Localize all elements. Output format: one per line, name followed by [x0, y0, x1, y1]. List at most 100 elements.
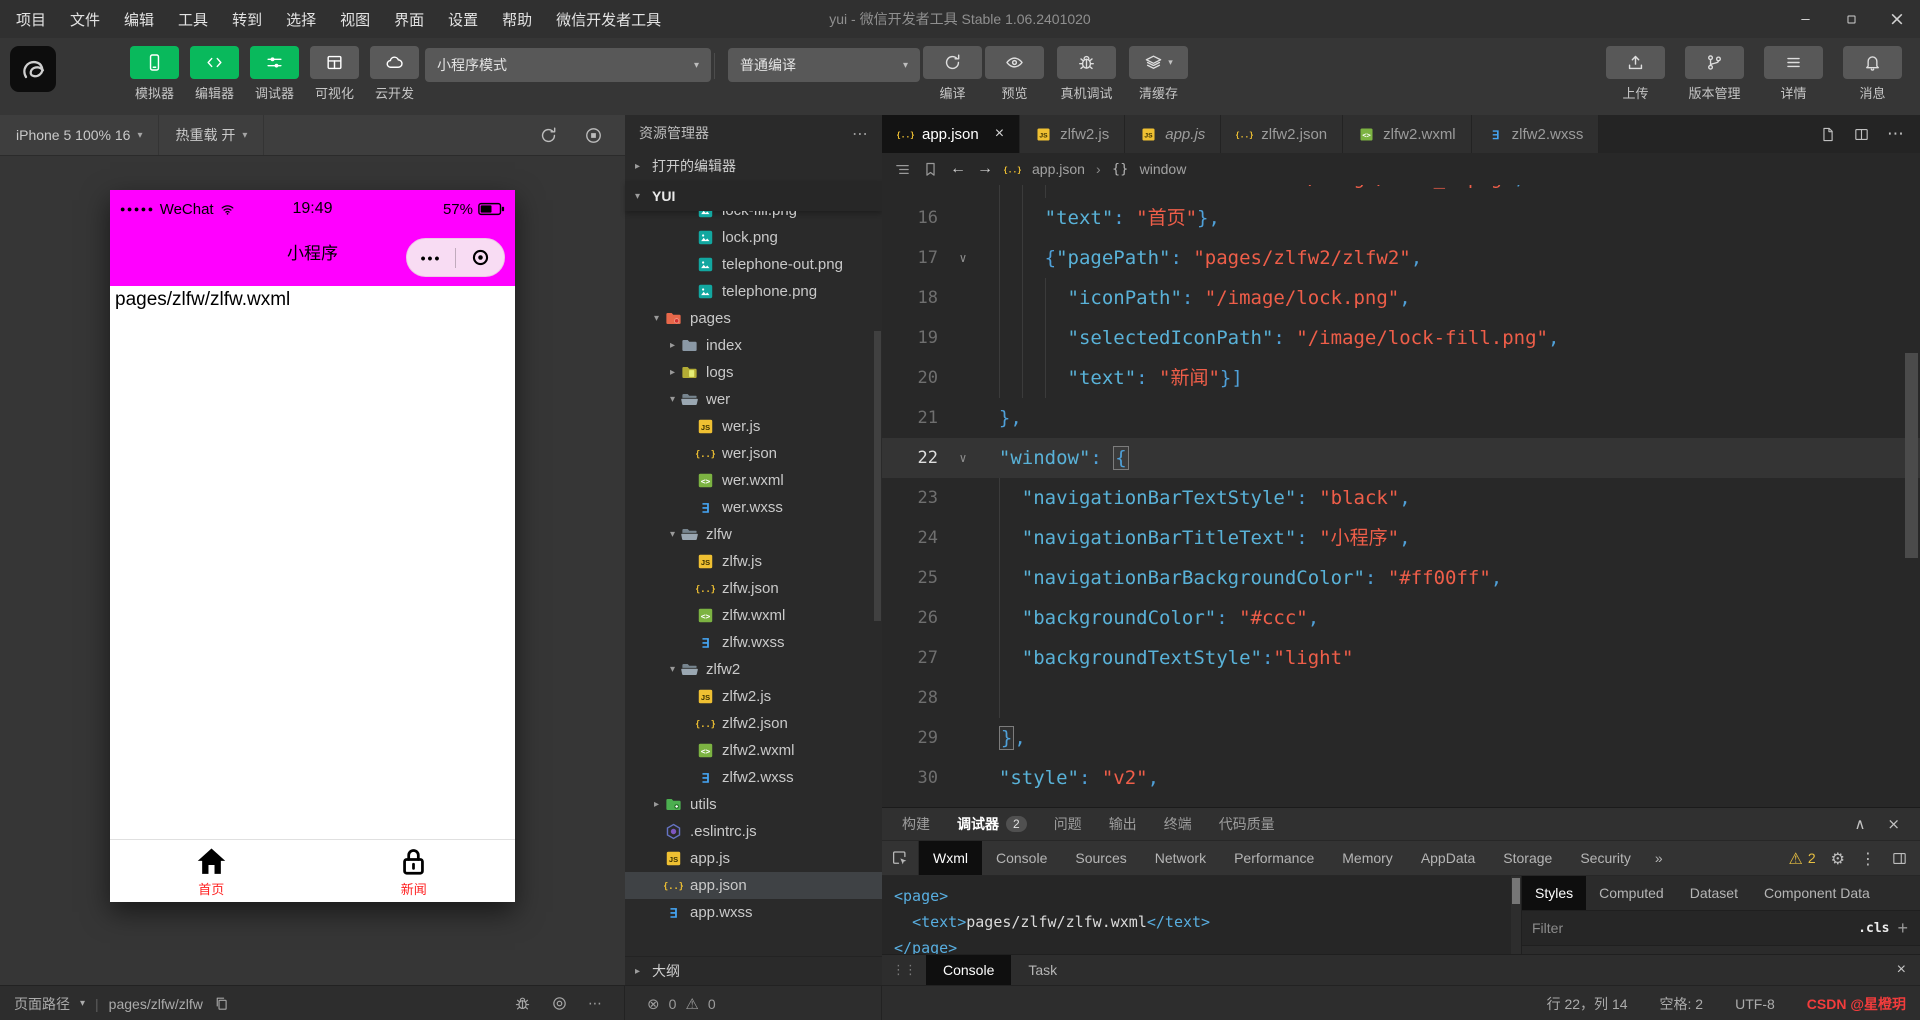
- branch-button[interactable]: [1685, 46, 1744, 79]
- devtools-tab-performance[interactable]: Performance: [1220, 841, 1328, 875]
- code-line[interactable]: 20 "text": "新闻"}]: [882, 358, 1920, 398]
- chevron-up-icon[interactable]: ∧: [1854, 815, 1865, 833]
- wxml-line[interactable]: <page>: [894, 883, 1511, 909]
- code-line[interactable]: 21},: [882, 398, 1920, 438]
- fold-chevron-icon[interactable]: ∨: [950, 438, 976, 478]
- tree-item[interactable]: ▸ logs: [625, 359, 882, 386]
- tree-item[interactable]: <> zlfw2.wxml: [625, 737, 882, 764]
- code-line[interactable]: 29},: [882, 718, 1920, 758]
- explorer-scrollbar[interactable]: [874, 331, 881, 621]
- fold-chevron-icon[interactable]: ∨: [950, 238, 976, 278]
- tree-item[interactable]: {..} app.json: [625, 872, 882, 899]
- statusbar-problems-segment[interactable]: ⊗ 0 ⚠ 0: [625, 986, 882, 1020]
- bug-icon[interactable]: [514, 995, 531, 1012]
- tree-item[interactable]: JS app.js: [625, 845, 882, 872]
- wxml-line[interactable]: </page>: [894, 935, 1511, 954]
- more-icon[interactable]: ⋯: [1887, 124, 1904, 144]
- tree-item[interactable]: {..} zlfw2.json: [625, 710, 882, 737]
- tree-item[interactable]: ∃ zlfw2.wxss: [625, 764, 882, 791]
- console-tab-task[interactable]: Task: [1011, 955, 1074, 985]
- menu-item-编辑[interactable]: 编辑: [124, 9, 154, 30]
- code-line[interactable]: 18 "iconPath": "/image/lock.png",: [882, 278, 1920, 318]
- styles-filter-input[interactable]: [1522, 920, 1851, 936]
- menu-item-文件[interactable]: 文件: [70, 9, 100, 30]
- wxml-tree-pane[interactable]: <page> <text>pages/zlfw/zlfw.wxml</text>…: [882, 876, 1511, 954]
- breadcrumb-file[interactable]: app.json: [1032, 161, 1085, 177]
- code-line[interactable]: 23 "navigationBarTextStyle": "black",: [882, 478, 1920, 518]
- capsule-more-icon[interactable]: •••: [407, 250, 455, 266]
- outline-icon[interactable]: [894, 161, 911, 178]
- tree-item[interactable]: ▾ wer: [625, 386, 882, 413]
- mode-select[interactable]: 小程序模式 ▾: [425, 48, 711, 82]
- wxml-line[interactable]: <text>pages/zlfw/zlfw.wxml</text>: [894, 909, 1511, 935]
- menu-item-帮助[interactable]: 帮助: [502, 9, 532, 30]
- menu-item-设置[interactable]: 设置: [448, 9, 478, 30]
- capsule-close-icon[interactable]: [456, 247, 504, 268]
- phone-button[interactable]: [130, 46, 179, 79]
- dock-icon[interactable]: [1891, 850, 1908, 867]
- styles-tab-component-data[interactable]: Component Data: [1751, 876, 1883, 910]
- code-line[interactable]: 30 "style": "v2",: [882, 758, 1920, 798]
- upload-button[interactable]: [1606, 46, 1665, 79]
- code-line[interactable]: 22 ∨ "window": {: [882, 438, 1920, 478]
- list-button[interactable]: [1764, 46, 1823, 79]
- refresh-button[interactable]: [923, 46, 982, 79]
- warning-badge[interactable]: ⚠ 2: [1789, 849, 1816, 868]
- indentation-setting[interactable]: 空格: 2: [1660, 994, 1704, 1014]
- tree-item[interactable]: ∃ zlfw.wxss: [625, 629, 882, 656]
- debugger-panel-tab[interactable]: 代码质量: [1219, 814, 1275, 834]
- devtools-tab-memory[interactable]: Memory: [1328, 841, 1407, 875]
- tree-item[interactable]: JS zlfw.js: [625, 548, 882, 575]
- menu-item-转到[interactable]: 转到: [232, 9, 262, 30]
- tab-overflow-icon[interactable]: »: [1645, 841, 1673, 875]
- bookmark-icon[interactable]: [922, 161, 939, 178]
- eye-button[interactable]: [985, 46, 1044, 79]
- minimize-button[interactable]: [1782, 1, 1828, 38]
- menu-item-界面[interactable]: 界面: [394, 9, 424, 30]
- tree-item[interactable]: ▾ zlfw2: [625, 656, 882, 683]
- devtools-tab-sources[interactable]: Sources: [1061, 841, 1140, 875]
- tree-item[interactable]: {..} zlfw.json: [625, 575, 882, 602]
- tree-item[interactable]: ▾ pages: [625, 305, 882, 332]
- tree-item[interactable]: ∃ wer.wxss: [625, 494, 882, 521]
- stop-icon[interactable]: [584, 126, 603, 145]
- editor-tab[interactable]: JS app.js: [1125, 115, 1222, 153]
- code-line[interactable]: 19 "selectedIconPath": "/image/lock-fill.…: [882, 318, 1920, 358]
- code-line[interactable]: 16 "text": "首页"},: [882, 198, 1920, 238]
- code-editor[interactable]: 15 "selectedIconPath": "/image/home_1.png…: [882, 185, 1920, 807]
- editor-tab[interactable]: JS zlfw2.js: [1020, 115, 1126, 153]
- copy-icon[interactable]: [213, 995, 230, 1012]
- tree-item[interactable]: ▾ zlfw: [625, 521, 882, 548]
- menu-item-工具[interactable]: 工具: [178, 9, 208, 30]
- console-tab-console[interactable]: Console: [926, 955, 1012, 985]
- debugger-panel-tab[interactable]: 调试器 2: [957, 814, 1027, 834]
- cloud-button[interactable]: [370, 46, 419, 79]
- inspect-element-button[interactable]: [882, 841, 919, 875]
- bell-button[interactable]: [1843, 46, 1902, 79]
- outline-section[interactable]: ▸ 大纲: [625, 956, 882, 985]
- tree-item[interactable]: <> zlfw.wxml: [625, 602, 882, 629]
- back-icon[interactable]: ←: [950, 160, 966, 178]
- tree-item[interactable]: ∃ app.wxss: [625, 899, 882, 926]
- tree-item[interactable]: {..} wer.json: [625, 440, 882, 467]
- tree-item[interactable]: <> wer.wxml: [625, 467, 882, 494]
- forward-icon[interactable]: →: [977, 160, 993, 178]
- devtools-tab-network[interactable]: Network: [1141, 841, 1220, 875]
- hot-reload-toggle[interactable]: 热重载 开 ▾: [159, 115, 265, 155]
- encoding-setting[interactable]: UTF-8: [1735, 996, 1775, 1012]
- tree-item[interactable]: ▸ utils: [625, 791, 882, 818]
- code-button[interactable]: [190, 46, 239, 79]
- drag-handle-icon[interactable]: ⋮⋮: [892, 963, 917, 978]
- code-line[interactable]: 26 "backgroundColor": "#ccc",: [882, 598, 1920, 638]
- breadcrumb-symbol[interactable]: window: [1140, 161, 1187, 177]
- menu-item-视图[interactable]: 视图: [340, 9, 370, 30]
- gear-icon[interactable]: ⚙: [1831, 849, 1845, 868]
- compile-mode-select[interactable]: 普通编译 ▾: [728, 48, 920, 82]
- tree-item[interactable]: .eslintrc.js: [625, 818, 882, 845]
- cls-button[interactable]: .cls: [1858, 921, 1889, 936]
- styles-tab-dataset[interactable]: Dataset: [1677, 876, 1751, 910]
- more-icon[interactable]: ⋯: [852, 124, 868, 143]
- editor-tab[interactable]: {..} app.json ×: [882, 115, 1021, 153]
- devtools-tab-security[interactable]: Security: [1566, 841, 1645, 875]
- styles-tab-computed[interactable]: Computed: [1586, 876, 1677, 910]
